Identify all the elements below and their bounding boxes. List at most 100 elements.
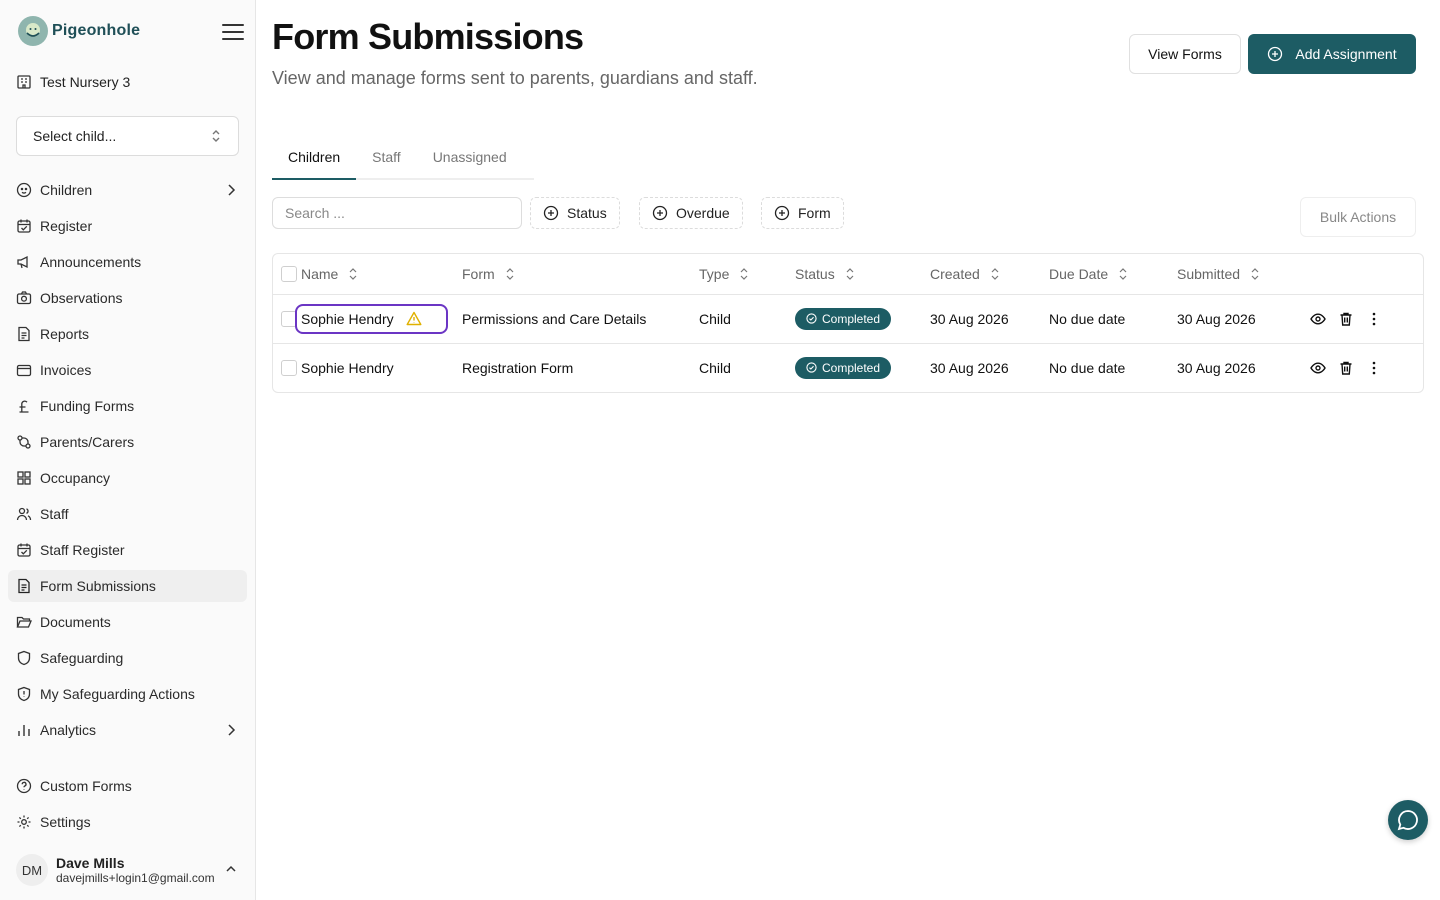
sidebar-item-label: Children bbox=[40, 182, 93, 198]
sidebar-item-my-safeguarding-actions[interactable]: My Safeguarding Actions bbox=[8, 678, 247, 710]
column-header-type[interactable]: Type bbox=[699, 266, 749, 282]
brand[interactable]: Pigeonhole bbox=[18, 16, 140, 46]
tab-children[interactable]: Children bbox=[272, 136, 357, 180]
due-date: No due date bbox=[1049, 359, 1126, 376]
table-row[interactable]: Sophie Hendry Permissions and Care Detai… bbox=[273, 294, 1423, 343]
form-name: Permissions and Care Details bbox=[462, 310, 647, 327]
sidebar-item-custom-forms[interactable]: Custom Forms bbox=[8, 770, 247, 802]
bar-chart-icon bbox=[16, 722, 32, 738]
sidebar-item-register[interactable]: Register bbox=[8, 210, 247, 242]
sidebar-item-label: Parents/Carers bbox=[40, 434, 135, 450]
view-eye-icon[interactable] bbox=[1310, 360, 1326, 376]
form-filter-button[interactable]: Form bbox=[761, 197, 844, 229]
user-email: davejmills+login1@gmail.com bbox=[56, 871, 215, 885]
sidebar-item-staff-register[interactable]: Staff Register bbox=[8, 534, 247, 566]
sidebar-item-label: Funding Forms bbox=[40, 398, 135, 414]
filter-label: Overdue bbox=[676, 205, 730, 221]
grid-icon bbox=[16, 470, 32, 486]
column-header-status[interactable]: Status bbox=[795, 266, 855, 282]
menu-toggle-icon[interactable] bbox=[222, 22, 244, 42]
sort-icon bbox=[739, 267, 749, 280]
nursery-name[interactable]: Test Nursery 3 bbox=[16, 74, 130, 90]
sidebar-item-label: Staff Register bbox=[40, 542, 125, 558]
chat-support-button[interactable] bbox=[1388, 800, 1428, 840]
folder-open-icon bbox=[16, 614, 32, 630]
sidebar-item-children[interactable]: Children bbox=[8, 174, 247, 206]
sidebar-item-staff[interactable]: Staff bbox=[8, 498, 247, 530]
column-header-name[interactable]: Name bbox=[301, 266, 358, 282]
sort-icon bbox=[990, 267, 1000, 280]
table-header-row: Name Form Type Status Created Due Date S… bbox=[273, 254, 1423, 294]
view-eye-icon[interactable] bbox=[1310, 311, 1326, 327]
sidebar-item-documents[interactable]: Documents bbox=[8, 606, 247, 638]
gear-icon bbox=[16, 814, 32, 830]
sidebar-item-label: Register bbox=[40, 218, 93, 234]
sidebar-bottom-nav: Custom Forms Settings bbox=[8, 770, 247, 842]
child-name[interactable]: Sophie Hendry bbox=[301, 360, 394, 376]
row-checkbox[interactable] bbox=[281, 359, 297, 376]
delete-trash-icon[interactable] bbox=[1338, 360, 1354, 376]
sidebar-item-label: Occupancy bbox=[40, 470, 111, 486]
status-badge: Completed bbox=[795, 356, 892, 379]
sort-icon bbox=[1118, 267, 1128, 280]
sidebar-item-invoices[interactable]: Invoices bbox=[8, 354, 247, 386]
sidebar-item-observations[interactable]: Observations bbox=[8, 282, 247, 314]
sidebar-item-occupancy[interactable]: Occupancy bbox=[8, 462, 247, 494]
pigeon-logo-icon bbox=[18, 16, 48, 46]
more-vertical-icon[interactable] bbox=[1366, 360, 1382, 376]
chevrons-up-down-icon bbox=[210, 129, 222, 143]
table-row[interactable]: Sophie Hendry Registration Form Child Co… bbox=[273, 343, 1423, 392]
sidebar-item-reports[interactable]: Reports bbox=[8, 318, 247, 350]
camera-icon bbox=[16, 290, 32, 306]
child-name-highlighted[interactable]: Sophie Hendry bbox=[295, 303, 448, 334]
column-label: Due Date bbox=[1049, 265, 1109, 282]
tab-staff[interactable]: Staff bbox=[356, 136, 417, 178]
filter-label: Form bbox=[798, 205, 831, 221]
column-header-due-date[interactable]: Due Date bbox=[1049, 266, 1128, 282]
sidebar-item-announcements[interactable]: Announcements bbox=[8, 246, 247, 278]
add-assignment-button[interactable]: Add Assignment bbox=[1248, 34, 1416, 74]
sidebar-item-label: Invoices bbox=[40, 362, 92, 378]
sidebar-item-form-submissions[interactable]: Form Submissions bbox=[8, 570, 247, 602]
sidebar-item-settings[interactable]: Settings bbox=[8, 806, 247, 838]
column-header-form[interactable]: Form bbox=[462, 266, 515, 282]
status-badge: Completed bbox=[795, 307, 892, 330]
sort-icon bbox=[505, 267, 515, 280]
user-menu[interactable]: DM Dave Mills davejmills+login1@gmail.co… bbox=[16, 850, 246, 890]
page-subtitle: View and manage forms sent to parents, g… bbox=[272, 68, 758, 88]
status-filter-button[interactable]: Status bbox=[530, 197, 620, 229]
delete-trash-icon[interactable] bbox=[1338, 311, 1354, 327]
building-icon bbox=[16, 74, 32, 90]
overdue-filter-button[interactable]: Overdue bbox=[639, 197, 743, 229]
sidebar-item-parents-carers[interactable]: Parents/Carers bbox=[8, 426, 247, 458]
created-date: 30 Aug 2026 bbox=[930, 359, 1009, 376]
column-label: Form bbox=[462, 265, 495, 282]
sidebar-item-analytics[interactable]: Analytics bbox=[8, 714, 247, 746]
search-input[interactable] bbox=[272, 197, 522, 229]
sidebar: Pigeonhole Test Nursery 3 Select child..… bbox=[0, 0, 256, 900]
created-date: 30 Aug 2026 bbox=[930, 310, 1009, 327]
bulk-actions-button[interactable]: Bulk Actions bbox=[1300, 197, 1416, 237]
view-forms-button[interactable]: View Forms bbox=[1129, 34, 1241, 74]
child-select[interactable]: Select child... bbox=[16, 116, 239, 156]
column-label: Status bbox=[795, 265, 835, 282]
column-header-created[interactable]: Created bbox=[930, 266, 1000, 282]
add-assignment-label: Add Assignment bbox=[1295, 46, 1397, 62]
submission-type: Child bbox=[699, 359, 731, 376]
select-all-checkbox[interactable] bbox=[281, 265, 297, 282]
plus-circle-icon bbox=[652, 205, 668, 221]
sort-icon bbox=[348, 267, 358, 280]
column-header-submitted[interactable]: Submitted bbox=[1177, 266, 1260, 282]
more-vertical-icon[interactable] bbox=[1366, 311, 1382, 327]
sort-icon bbox=[845, 267, 855, 280]
sidebar-item-funding-forms[interactable]: Funding Forms bbox=[8, 390, 247, 422]
sort-icon bbox=[1250, 267, 1260, 280]
filter-label: Status bbox=[567, 205, 607, 221]
row-actions bbox=[1310, 311, 1423, 327]
child-name: Sophie Hendry bbox=[301, 310, 394, 327]
user-name: Dave Mills bbox=[56, 855, 125, 871]
tab-unassigned[interactable]: Unassigned bbox=[417, 136, 523, 178]
chevron-up-icon bbox=[224, 862, 238, 876]
nursery-label: Test Nursery 3 bbox=[40, 74, 131, 90]
sidebar-item-safeguarding[interactable]: Safeguarding bbox=[8, 642, 247, 674]
